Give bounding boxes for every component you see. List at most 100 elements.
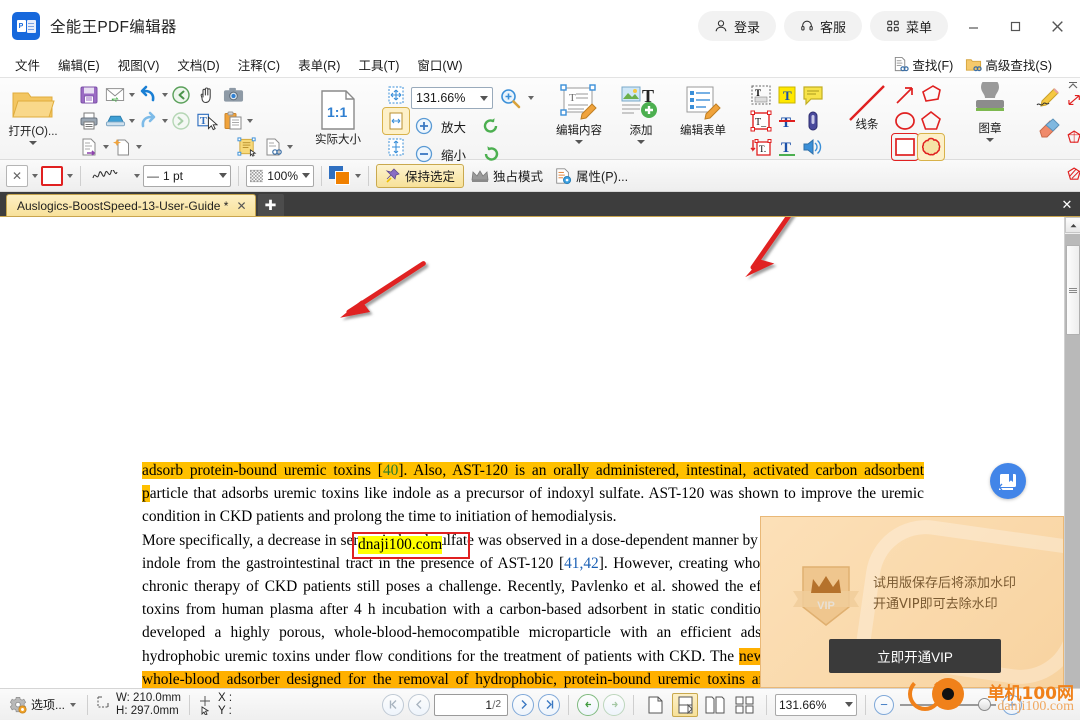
fill-color-dropdown-caret[interactable] <box>355 173 361 178</box>
no-color-button[interactable]: ✕ <box>6 164 28 187</box>
underline-text-button[interactable]: T <box>774 134 800 160</box>
zoom-slider-in-button[interactable]: + <box>1002 694 1022 715</box>
zoom-slider[interactable]: − + <box>874 694 1022 715</box>
previous-page-button[interactable] <box>408 693 430 716</box>
zoom-tool-dropdown-caret[interactable] <box>528 96 534 100</box>
undo-button[interactable] <box>135 82 161 108</box>
minimize-button[interactable] <box>956 10 990 42</box>
sticky-note-button[interactable] <box>800 82 826 108</box>
line-style-button[interactable] <box>88 168 130 184</box>
last-page-button[interactable] <box>538 693 560 716</box>
customer-service-button[interactable]: 客服 <box>783 11 862 41</box>
text-select-button[interactable]: T <box>194 108 220 134</box>
save-button[interactable] <box>76 82 102 108</box>
add-dropdown-caret[interactable] <box>637 140 645 144</box>
eraser-button[interactable] <box>1036 112 1062 142</box>
properties-button[interactable]: 属性(P)... <box>550 164 632 187</box>
paste-button[interactable] <box>220 108 246 134</box>
border-color-swatch[interactable] <box>41 165 63 186</box>
menu-item-document[interactable]: 文档(D) <box>168 52 228 77</box>
menu-item-window[interactable]: 窗口(W) <box>408 52 471 77</box>
typewriter-button[interactable]: T_ <box>748 108 774 134</box>
menu-item-tools[interactable]: 工具(T) <box>349 52 408 77</box>
two-page-continuous-layout-button[interactable] <box>732 693 758 717</box>
menu-item-comment[interactable]: 注释(C) <box>229 52 289 77</box>
measure-area-button[interactable]: 面积 <box>1064 156 1080 192</box>
vertical-scrollbar[interactable] <box>1064 217 1080 688</box>
close-button[interactable] <box>1040 10 1074 42</box>
menu-item-edit[interactable]: 编辑(E) <box>49 52 109 77</box>
line-tool-button[interactable]: 线条 <box>840 82 894 132</box>
cloud-shape-tool-button[interactable] <box>917 133 945 161</box>
fit-width-button[interactable] <box>382 107 410 135</box>
zoom-in-button[interactable] <box>411 113 437 139</box>
actual-size-button[interactable]: 1:1 实际大小 <box>307 89 369 147</box>
page-number-input[interactable]: 1 / 2 <box>434 693 508 716</box>
new-document-button[interactable] <box>109 134 135 160</box>
edit-content-dropdown-caret[interactable] <box>575 140 583 144</box>
edit-content-button[interactable]: T 编辑内容 <box>548 84 610 144</box>
attachment-button[interactable] <box>800 108 826 134</box>
strikeout-text-button[interactable]: T <box>774 108 800 134</box>
find-document-button[interactable] <box>260 134 286 160</box>
audio-button[interactable] <box>800 134 826 160</box>
close-all-tabs-button[interactable]: ✕ <box>1054 194 1080 216</box>
fit-page-button[interactable] <box>383 82 409 108</box>
email-button[interactable] <box>102 82 128 108</box>
zoom-tool-button[interactable] <box>497 85 523 111</box>
pencil-button[interactable] <box>1036 82 1062 112</box>
rotate-ccw-button[interactable] <box>478 113 504 139</box>
paste-dropdown-caret[interactable] <box>247 119 253 123</box>
print-button[interactable] <box>76 108 102 134</box>
menu-item-file[interactable]: 文件 <box>6 52 49 77</box>
zoom-level-input[interactable]: 131.66% <box>411 87 493 109</box>
continuous-page-layout-button[interactable] <box>672 692 698 717</box>
login-button[interactable]: 登录 <box>697 11 776 41</box>
vip-promo-popup[interactable]: VIP 试用版保存后将添加水印 开通VIP即可去除水印 立即开通VIP <box>760 516 1064 688</box>
link-annotation-box[interactable]: dnaji100.com <box>352 532 470 559</box>
advanced-find-button[interactable]: 高级查找(S) <box>961 53 1056 76</box>
organize-pages-button[interactable] <box>234 134 260 160</box>
opacity-combo[interactable]: 100% <box>246 164 314 187</box>
forward-view-button[interactable] <box>603 693 625 716</box>
new-document-dropdown-caret[interactable] <box>136 145 142 149</box>
open-file-dropdown-caret[interactable] <box>29 141 37 145</box>
keep-selected-toggle[interactable]: 保持选定 <box>376 163 465 188</box>
arrow-tool-button[interactable] <box>892 82 918 108</box>
two-page-layout-button[interactable] <box>702 693 728 717</box>
menu-item-form[interactable]: 表单(R) <box>289 52 349 77</box>
maximize-button[interactable] <box>998 10 1032 42</box>
highlight-text-button[interactable]: T <box>774 82 800 108</box>
activate-vip-button[interactable]: 立即开通VIP <box>829 639 1001 673</box>
polyline-tool-button[interactable] <box>918 82 944 108</box>
text-box-button[interactable]: T <box>748 82 774 108</box>
add-button[interactable]: T 添加 <box>610 84 672 144</box>
line-style-dropdown-caret[interactable] <box>134 173 140 178</box>
next-view-button[interactable] <box>168 108 194 134</box>
no-color-dropdown-caret[interactable] <box>32 173 38 178</box>
ribbon-collapse-button[interactable] <box>1068 80 1078 90</box>
next-page-button[interactable] <box>512 693 534 716</box>
stamp-button[interactable]: 图章 <box>958 82 1022 142</box>
fit-visible-button[interactable] <box>383 134 409 160</box>
back-view-button[interactable] <box>577 693 599 716</box>
stamp-dropdown-caret[interactable] <box>986 138 994 142</box>
open-file-button[interactable]: 打开(O)... <box>4 82 62 145</box>
measure-perimeter-button[interactable]: 周长 <box>1064 119 1080 155</box>
hand-tool-button[interactable] <box>194 82 220 108</box>
zoom-slider-knob[interactable] <box>978 697 991 711</box>
line-width-combo[interactable]: — 1 pt <box>143 164 231 187</box>
zoom-out-button[interactable] <box>411 141 437 167</box>
polygon-tool-button[interactable] <box>918 108 944 134</box>
rotate-cw-button[interactable] <box>478 141 504 167</box>
exclusive-mode-button[interactable]: 独占模式 <box>467 164 547 187</box>
document-tab[interactable]: Auslogics-BoostSpeed-13-User-Guide * ✕ <box>6 194 256 216</box>
single-page-layout-button[interactable] <box>642 693 668 717</box>
find-button[interactable]: 查找(F) <box>888 53 957 76</box>
scanner-button[interactable] <box>102 108 128 134</box>
options-button[interactable]: 选项... <box>6 694 79 716</box>
border-color-dropdown-caret[interactable] <box>67 173 73 178</box>
bookmark-panel-button[interactable] <box>990 463 1026 499</box>
text-callout-button[interactable]: T. <box>748 134 774 160</box>
edit-form-button[interactable]: 编辑表单 <box>672 84 734 138</box>
